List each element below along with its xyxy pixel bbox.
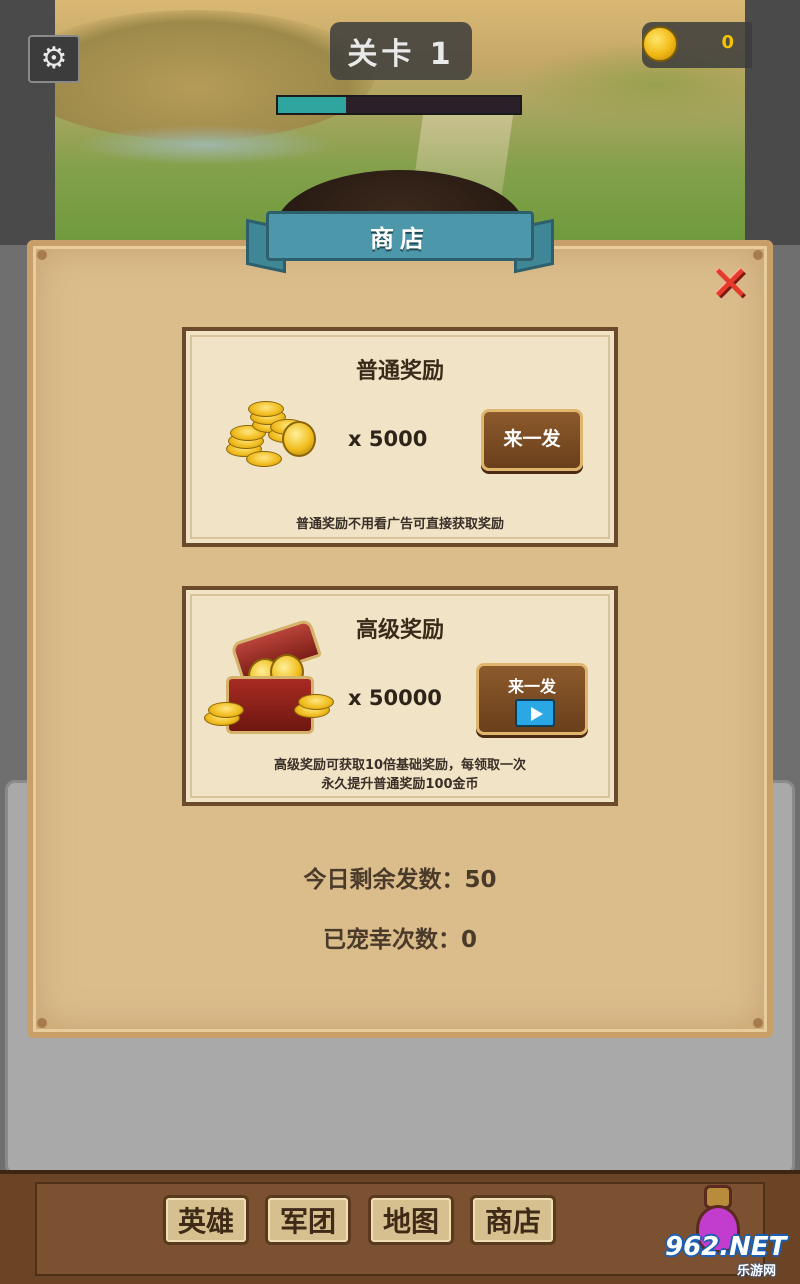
favored-count: 已宠幸次数：0 (322, 927, 477, 953)
normal-reward-quantity: x 5000 (348, 427, 428, 451)
coin-count: 0 (721, 32, 734, 53)
background-pond (75, 125, 335, 165)
coin-counter: 0 (642, 22, 752, 68)
normal-reward-button[interactable]: 来一发 (481, 409, 583, 471)
normal-reward-title: 普通奖励 (355, 359, 444, 384)
level-indicator: 关卡 1 (330, 22, 472, 80)
premium-reward-button-label: 来一发 (507, 677, 556, 696)
video-icon (515, 699, 555, 727)
nav-shop-button[interactable]: 商店 (470, 1195, 556, 1245)
level-progress-bar (276, 95, 522, 115)
coin-icon (642, 26, 678, 62)
gear-icon: ⚙ (40, 41, 68, 76)
remaining-today-count: 今日剩余发数：50 (303, 867, 497, 893)
premium-reward-button[interactable]: 来一发 (476, 663, 588, 735)
panel-rivet (37, 1018, 47, 1028)
close-button[interactable]: ✕ (708, 256, 752, 312)
close-x-icon: ✕ (709, 256, 751, 312)
premium-reward-description-line1: 高级奖励可获取10倍基础奖励，每领取一次 (273, 758, 527, 773)
shop-title: 商店 (370, 224, 430, 253)
background-hill (55, 10, 375, 140)
premium-reward-description-line2: 永久提升普通奖励100金币 (321, 777, 479, 792)
watermark-subtitle: 乐游网 (737, 1264, 777, 1279)
panel-rivet (753, 1018, 763, 1028)
premium-reward-card: 高级奖励 x 50000 来一发 高级奖励可获取10倍基础奖励，每领取一次 永久… (182, 586, 618, 806)
shop-title-banner: 商店 (246, 205, 554, 275)
treasure-chest-icon (204, 618, 334, 734)
panel-rivet (753, 250, 763, 260)
panel-rivet (37, 250, 47, 260)
premium-reward-quantity: x 50000 (348, 686, 442, 710)
nav-heroes-button[interactable]: 英雄 (163, 1195, 249, 1245)
normal-reward-description: 普通奖励不用看广告可直接获取奖励 (295, 517, 504, 532)
nav-map-button[interactable]: 地图 (368, 1195, 454, 1245)
normal-reward-card: 普通奖励 x 5000 来一发 普通奖励不用看广告可直接获取奖励 (182, 327, 618, 547)
level-progress-fill (278, 97, 346, 113)
settings-button[interactable]: ⚙ (28, 35, 80, 83)
watermark-logo: 962.NET (665, 1232, 787, 1262)
gold-coins-icon (226, 397, 321, 469)
site-watermark: 962.NET 乐游网 (665, 1232, 795, 1279)
nav-legion-button[interactable]: 军团 (265, 1195, 351, 1245)
